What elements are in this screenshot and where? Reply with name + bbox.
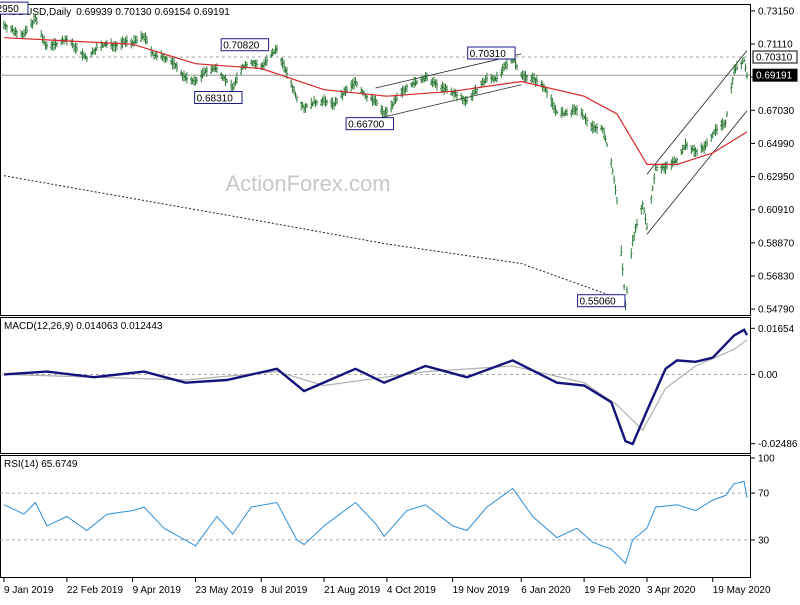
x-tick-label: 22 Feb 2019 bbox=[67, 585, 124, 596]
macd-y-tick-label: -0.02486 bbox=[758, 439, 798, 450]
price-callout: 0.70310 bbox=[467, 46, 516, 60]
rsi-y-tick-label: 100 bbox=[758, 454, 775, 465]
x-tick-label: 6 Jan 2020 bbox=[521, 585, 571, 596]
macd-y-tick-label: 0.00 bbox=[758, 370, 778, 381]
price-callout: 0.68310 bbox=[194, 90, 243, 104]
x-tick-label: 8 Jul 2019 bbox=[261, 585, 308, 596]
price-y-tick-label: 0.56830 bbox=[758, 271, 795, 282]
price-callout: 0.72950 bbox=[0, 1, 29, 15]
rsi-y-tick-label: 70 bbox=[758, 489, 770, 500]
price-callout: 0.66700 bbox=[345, 117, 394, 131]
price-y-tick-label: 0.62950 bbox=[758, 172, 795, 183]
chart-root: ActionForex.com AUDUSD,Daily0.699390.701… bbox=[0, 0, 800, 600]
price-callout-text: 0.66700 bbox=[348, 120, 385, 131]
x-tick-label: 4 Oct 2019 bbox=[387, 585, 436, 596]
x-tick-label: 19 Feb 2020 bbox=[584, 585, 641, 596]
price-y-tick-label: 0.67030 bbox=[758, 106, 795, 117]
price-flag-text: 0.69191 bbox=[756, 71, 793, 82]
price-callout: 0.55060 bbox=[577, 294, 626, 308]
macd-y-tick-label: 0.01654 bbox=[758, 324, 795, 335]
price-y-tick-label: 0.73150 bbox=[758, 6, 795, 17]
price-y-tick-label: 0.64990 bbox=[758, 139, 795, 150]
chart-svg: ActionForex.com AUDUSD,Daily0.699390.701… bbox=[0, 0, 800, 600]
price-flag: 0.69191 bbox=[752, 68, 798, 82]
x-tick-label: 19 May 2020 bbox=[713, 585, 771, 596]
chart-background bbox=[0, 0, 800, 600]
header-open: 0.69939 bbox=[76, 7, 113, 18]
macd-title: MACD(12,26,9) 0.014063 0.012443 bbox=[4, 321, 163, 332]
price-y-tick-label: 0.60910 bbox=[758, 205, 795, 216]
price-callout-text: 0.55060 bbox=[580, 297, 617, 308]
header-high: 0.70130 bbox=[115, 7, 152, 18]
header-close: 0.69191 bbox=[194, 7, 231, 18]
rsi-title: RSI(14) 65.6749 bbox=[4, 459, 78, 470]
x-tick-label: 3 Apr 2020 bbox=[647, 585, 696, 596]
price-y-tick-label: 0.54790 bbox=[758, 305, 795, 316]
header-low: 0.69154 bbox=[155, 7, 192, 18]
rsi-y-tick-label: 30 bbox=[758, 535, 770, 546]
price-callout: 0.70820 bbox=[220, 38, 270, 52]
price-y-tick-label: 0.58870 bbox=[758, 238, 795, 249]
price-callout-text: 0.72950 bbox=[0, 4, 19, 15]
x-tick-label: 21 Aug 2019 bbox=[324, 585, 381, 596]
price-callout-text: 0.68310 bbox=[197, 93, 234, 104]
chart-header: AUDUSD,Daily0.699390.701300.691540.69191 bbox=[4, 7, 230, 18]
price-callout-text: 0.70310 bbox=[470, 49, 507, 60]
watermark: ActionForex.com bbox=[225, 171, 390, 196]
price-flag-text: 0.70310 bbox=[756, 53, 793, 64]
price-callout-text: 0.70820 bbox=[223, 41, 260, 52]
x-tick-label: 9 Jan 2019 bbox=[4, 585, 54, 596]
price-flag: 0.70310 bbox=[752, 50, 798, 64]
price-y-tick-label: 0.71110 bbox=[758, 40, 793, 51]
header-timeframe: Daily bbox=[49, 7, 71, 18]
x-tick-label: 9 Apr 2019 bbox=[133, 585, 182, 596]
x-tick-label: 19 Nov 2019 bbox=[453, 585, 510, 596]
x-tick-label: 23 May 2019 bbox=[195, 585, 253, 596]
